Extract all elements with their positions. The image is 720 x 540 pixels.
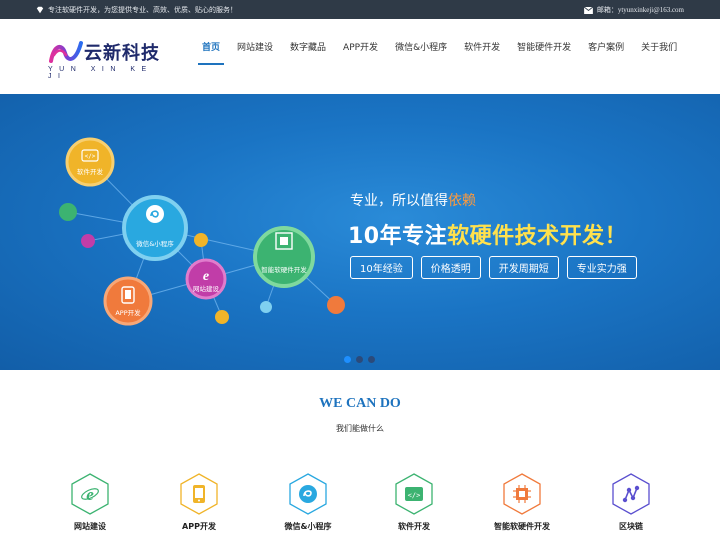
tag-price: 价格透明 (420, 256, 481, 279)
carousel-dots (344, 356, 375, 363)
service-blockchain[interactable]: 区块链 (586, 472, 676, 532)
tag-cycle: 开发周期短 (488, 256, 559, 279)
nav-home[interactable]: 首页 (196, 19, 226, 94)
nav-wechat[interactable]: 微信&小程序 (389, 19, 453, 94)
diamond-icon (36, 6, 44, 14)
carousel-dot-2[interactable] (356, 356, 363, 363)
svg-text:e: e (203, 269, 209, 284)
tag-experience: 10年经验 (350, 256, 413, 279)
service-wechat-label: 微信&小程序 (284, 522, 332, 531)
services-row: e 网站建设 APP开发 微信&小程序 </> 软件开发 智能软硬件开发 区块链 (0, 472, 720, 540)
contact-email[interactable]: 邮箱：ytyunxinkeji@163.com (597, 5, 684, 15)
ie-icon: e (80, 484, 100, 504)
svg-text:</>: </> (408, 492, 421, 500)
logo-title: 云新科技 (84, 43, 160, 64)
service-blockchain-label: 区块链 (619, 522, 643, 531)
code-icon: </> (404, 484, 424, 504)
slogan-prefix: 专业，所以值得 (350, 193, 448, 209)
service-website-label: 网站建设 (74, 522, 106, 531)
logo-mark-icon (49, 41, 83, 63)
nav-about[interactable]: 关于我们 (635, 19, 683, 94)
miniprogram-icon (298, 484, 318, 504)
phone-icon (189, 484, 209, 504)
section-title: WE CAN DO (319, 396, 401, 411)
hero-banner[interactable]: </> e 软件开发 微信&小程序 智能软硬件开发 网站建设 APP开发 专业，… (0, 94, 720, 370)
nav-app[interactable]: APP开发 (337, 19, 384, 94)
chip-icon (512, 484, 532, 504)
main-nav: 首页 网站建设 数字藏品 APP开发 微信&小程序 软件开发 智能硬件开发 客户… (196, 19, 688, 94)
site-logo[interactable]: 云新科技 YUN XIN KE JI (46, 37, 166, 81)
banner-headline: 10年专注软硬件技术开发！ (348, 218, 627, 250)
site-header: 云新科技 YUN XIN KE JI 首页 网站建设 数字藏品 APP开发 微信… (0, 19, 720, 94)
nav-digital-collectibles[interactable]: 数字藏品 (284, 19, 332, 94)
section-subtitle: 我们能做什么 (336, 424, 384, 433)
top-bar: 专注软硬件开发，为您提供专业、高效、优质、贴心的服务！ 邮箱：ytyunxink… (0, 0, 720, 19)
service-app-label: APP开发 (182, 522, 216, 531)
mail-icon (583, 6, 593, 14)
banner-slogan: 专业，所以值得依赖 (350, 190, 476, 210)
tag-strength: 专业实力强 (566, 256, 637, 279)
svg-text:e: e (86, 485, 94, 504)
headline-highlight: 软硬件技术开发！ (447, 224, 628, 249)
service-website[interactable]: e 网站建设 (45, 472, 135, 532)
top-slogan: 专注软硬件开发，为您提供专业、高效、优质、贴心的服务！ (48, 6, 237, 14)
nav-hardware[interactable]: 智能硬件开发 (511, 19, 577, 94)
nav-website[interactable]: 网站建设 (231, 19, 279, 94)
nav-software[interactable]: 软件开发 (458, 19, 506, 94)
svg-text:</>: </> (85, 153, 96, 160)
logo-subtitle: YUN XIN KE JI (48, 66, 153, 80)
blockchain-icon (621, 484, 641, 504)
node-wechat: 微信&小程序 (136, 240, 174, 248)
banner-tags: 10年经验 价格透明 开发周期短 专业实力强 (350, 256, 637, 279)
service-hardware[interactable]: 智能软硬件开发 (477, 472, 567, 532)
node-hardware: 智能软硬件开发 (261, 266, 307, 274)
carousel-dot-1[interactable] (344, 356, 351, 363)
service-app[interactable]: APP开发 (154, 472, 244, 532)
service-software-label: 软件开发 (398, 522, 430, 531)
service-hardware-label: 智能软硬件开发 (494, 522, 550, 531)
node-software: 软件开发 (77, 168, 103, 176)
headline-prefix: 10年专注 (348, 224, 448, 249)
service-software[interactable]: </> 软件开发 (369, 472, 459, 532)
node-app: APP开发 (115, 309, 141, 317)
slogan-highlight: 依赖 (448, 193, 476, 209)
service-wechat[interactable]: 微信&小程序 (263, 472, 353, 532)
nav-cases[interactable]: 客户案例 (582, 19, 630, 94)
node-web: 网站建设 (193, 285, 219, 293)
carousel-dot-3[interactable] (368, 356, 375, 363)
